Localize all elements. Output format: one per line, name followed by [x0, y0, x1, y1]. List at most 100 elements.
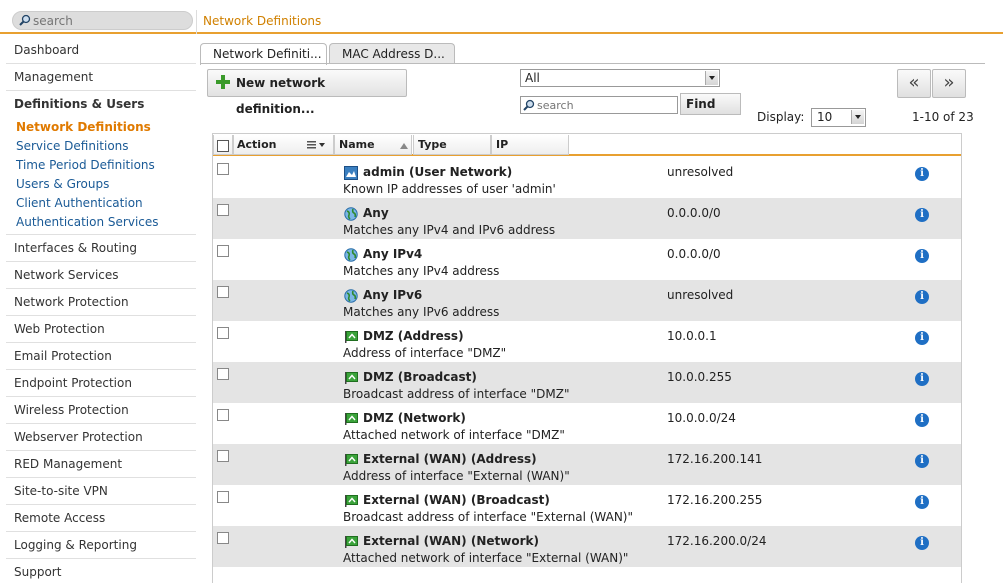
sidebar-sub-authentication-services[interactable]: Authentication Services [6, 213, 196, 232]
row-ip: 172.16.200.141 [667, 452, 763, 466]
row-checkbox[interactable] [217, 491, 229, 503]
sidebar-item-red-management[interactable]: RED Management [6, 451, 196, 478]
table-search-field[interactable] [520, 96, 678, 114]
row-description: Address of interface "DMZ" [343, 346, 507, 360]
table-row[interactable]: Any Matches any IPv4 and IPv6 address 0.0.… [213, 198, 961, 239]
type-filter-select[interactable]: All [520, 69, 720, 87]
sidebar-sub-client-authentication[interactable]: Client Authentication [6, 194, 196, 213]
new-network-definition-button[interactable]: New network definition... [207, 69, 407, 116]
global-search[interactable] [12, 11, 193, 30]
sidebar: Dashboard Management Definitions & Users… [6, 37, 196, 583]
plus-icon [216, 75, 230, 89]
info-icon[interactable]: i [915, 331, 929, 345]
sidebar-item-web-protection[interactable]: Web Protection [6, 316, 196, 343]
table-row[interactable]: External (WAN) (Broadcast) Broadcast addr… [213, 485, 961, 526]
row-ip: 0.0.0.0/0 [667, 206, 721, 220]
sidebar-item-support[interactable]: Support [6, 559, 196, 583]
tab-network-definitions[interactable]: Network Definiti... [200, 43, 327, 65]
find-button[interactable]: Find [680, 93, 741, 115]
row-checkbox[interactable] [217, 204, 229, 216]
row-name: Any [363, 206, 389, 220]
info-icon[interactable]: i [915, 413, 929, 427]
sidebar-item-wireless-protection[interactable]: Wireless Protection [6, 397, 196, 424]
chevron-down-icon[interactable] [851, 110, 864, 124]
sidebar-sub-time-period-definitions[interactable]: Time Period Definitions [6, 156, 196, 175]
sidebar-sub-network-definitions[interactable]: Network Definitions [6, 118, 196, 137]
info-icon[interactable]: i [915, 372, 929, 386]
display-count-value: 10 [817, 110, 833, 124]
info-icon[interactable]: i [915, 249, 929, 263]
info-icon[interactable]: i [915, 208, 929, 222]
row-ip: unresolved [667, 165, 734, 179]
row-checkbox[interactable] [217, 286, 229, 298]
globe-icon [344, 207, 358, 221]
info-icon[interactable]: i [915, 167, 929, 181]
row-ip: unresolved [667, 288, 734, 302]
select-all-checkbox[interactable] [217, 140, 229, 152]
row-description: Known IP addresses of user 'admin' [343, 182, 556, 196]
table-search-input[interactable] [537, 98, 675, 112]
pagination-range: 1-10 of 23 [912, 110, 974, 124]
row-description: Address of interface "External (WAN)" [343, 469, 570, 483]
row-checkbox[interactable] [217, 450, 229, 462]
sidebar-item-webserver-protection[interactable]: Webserver Protection [6, 424, 196, 451]
global-search-input[interactable] [33, 13, 183, 28]
interface-flag-icon [344, 535, 358, 549]
row-description: Broadcast address of interface "DMZ" [343, 387, 570, 401]
list-icon[interactable] [307, 141, 327, 151]
tab-mac-address-definitions[interactable]: MAC Address D... [329, 43, 455, 64]
top-bar: Network Definitions [0, 0, 1003, 34]
row-checkbox[interactable] [217, 163, 229, 175]
table-row[interactable]: DMZ (Address) Address of interface "DMZ" 1… [213, 321, 961, 362]
row-name: Any IPv4 [363, 247, 423, 261]
display-count-select[interactable]: 10 [811, 108, 866, 127]
table-row[interactable]: External (WAN) (Network) Attached network… [213, 526, 961, 567]
sidebar-item-remote-access[interactable]: Remote Access [6, 505, 196, 532]
sidebar-item-endpoint-protection[interactable]: Endpoint Protection [6, 370, 196, 397]
row-checkbox[interactable] [217, 327, 229, 339]
table-row[interactable]: Any IPv4 Matches any IPv4 address 0.0.0.0/… [213, 239, 961, 280]
table-row[interactable]: External (WAN) (Address) Address of inter… [213, 444, 961, 485]
next-page-button[interactable]: » [932, 69, 966, 98]
table-row[interactable]: DMZ (Network) Attached network of interfa… [213, 403, 961, 444]
previous-page-button[interactable]: « [897, 69, 931, 98]
sidebar-item-network-protection[interactable]: Network Protection [6, 289, 196, 316]
row-checkbox[interactable] [217, 409, 229, 421]
sidebar-item-logging-reporting[interactable]: Logging & Reporting [6, 532, 196, 559]
info-icon[interactable]: i [915, 290, 929, 304]
info-icon[interactable]: i [915, 495, 929, 509]
globe-icon [344, 289, 358, 303]
row-checkbox[interactable] [217, 245, 229, 257]
table-row[interactable]: admin (User Network) Known IP addresses o… [213, 157, 961, 198]
sidebar-item-interfaces-routing[interactable]: Interfaces & Routing [6, 235, 196, 262]
table-row[interactable]: Any IPv6 Matches any IPv6 address unresolv… [213, 280, 961, 321]
row-checkbox[interactable] [217, 532, 229, 544]
row-name: External (WAN) (Broadcast) [363, 493, 550, 507]
sidebar-sub-list: Network Definitions Service Definitions … [6, 118, 196, 235]
column-header-type[interactable]: Type [413, 135, 491, 155]
sidebar-sub-service-definitions[interactable]: Service Definitions [6, 137, 196, 156]
type-filter-value: All [525, 71, 540, 85]
row-checkbox[interactable] [217, 368, 229, 380]
sidebar-section-definitions-users[interactable]: Definitions & Users [6, 91, 196, 118]
sidebar-sub-users-groups[interactable]: Users & Groups [6, 175, 196, 194]
interface-flag-icon [344, 412, 358, 426]
network-definitions-table: Action Name Type IP admin (User Network)… [212, 133, 962, 583]
row-ip: 172.16.200.255 [667, 493, 763, 507]
user-network-icon [344, 166, 358, 180]
sidebar-item-email-protection[interactable]: Email Protection [6, 343, 196, 370]
divider [196, 10, 197, 34]
column-header-name[interactable]: Name [334, 135, 412, 155]
chevron-down-icon[interactable] [705, 71, 718, 85]
info-icon[interactable]: i [915, 536, 929, 550]
sidebar-item-dashboard[interactable]: Dashboard [6, 37, 196, 64]
row-name: Any IPv6 [363, 288, 423, 302]
sidebar-item-site-to-site-vpn[interactable]: Site-to-site VPN [6, 478, 196, 505]
info-icon[interactable]: i [915, 454, 929, 468]
sidebar-item-network-services[interactable]: Network Services [6, 262, 196, 289]
column-header-action[interactable]: Action [233, 135, 334, 155]
column-header-ip[interactable]: IP [491, 135, 569, 155]
sidebar-item-management[interactable]: Management [6, 64, 196, 91]
interface-flag-icon [344, 330, 358, 344]
table-row[interactable]: DMZ (Broadcast) Broadcast address of inte… [213, 362, 961, 403]
